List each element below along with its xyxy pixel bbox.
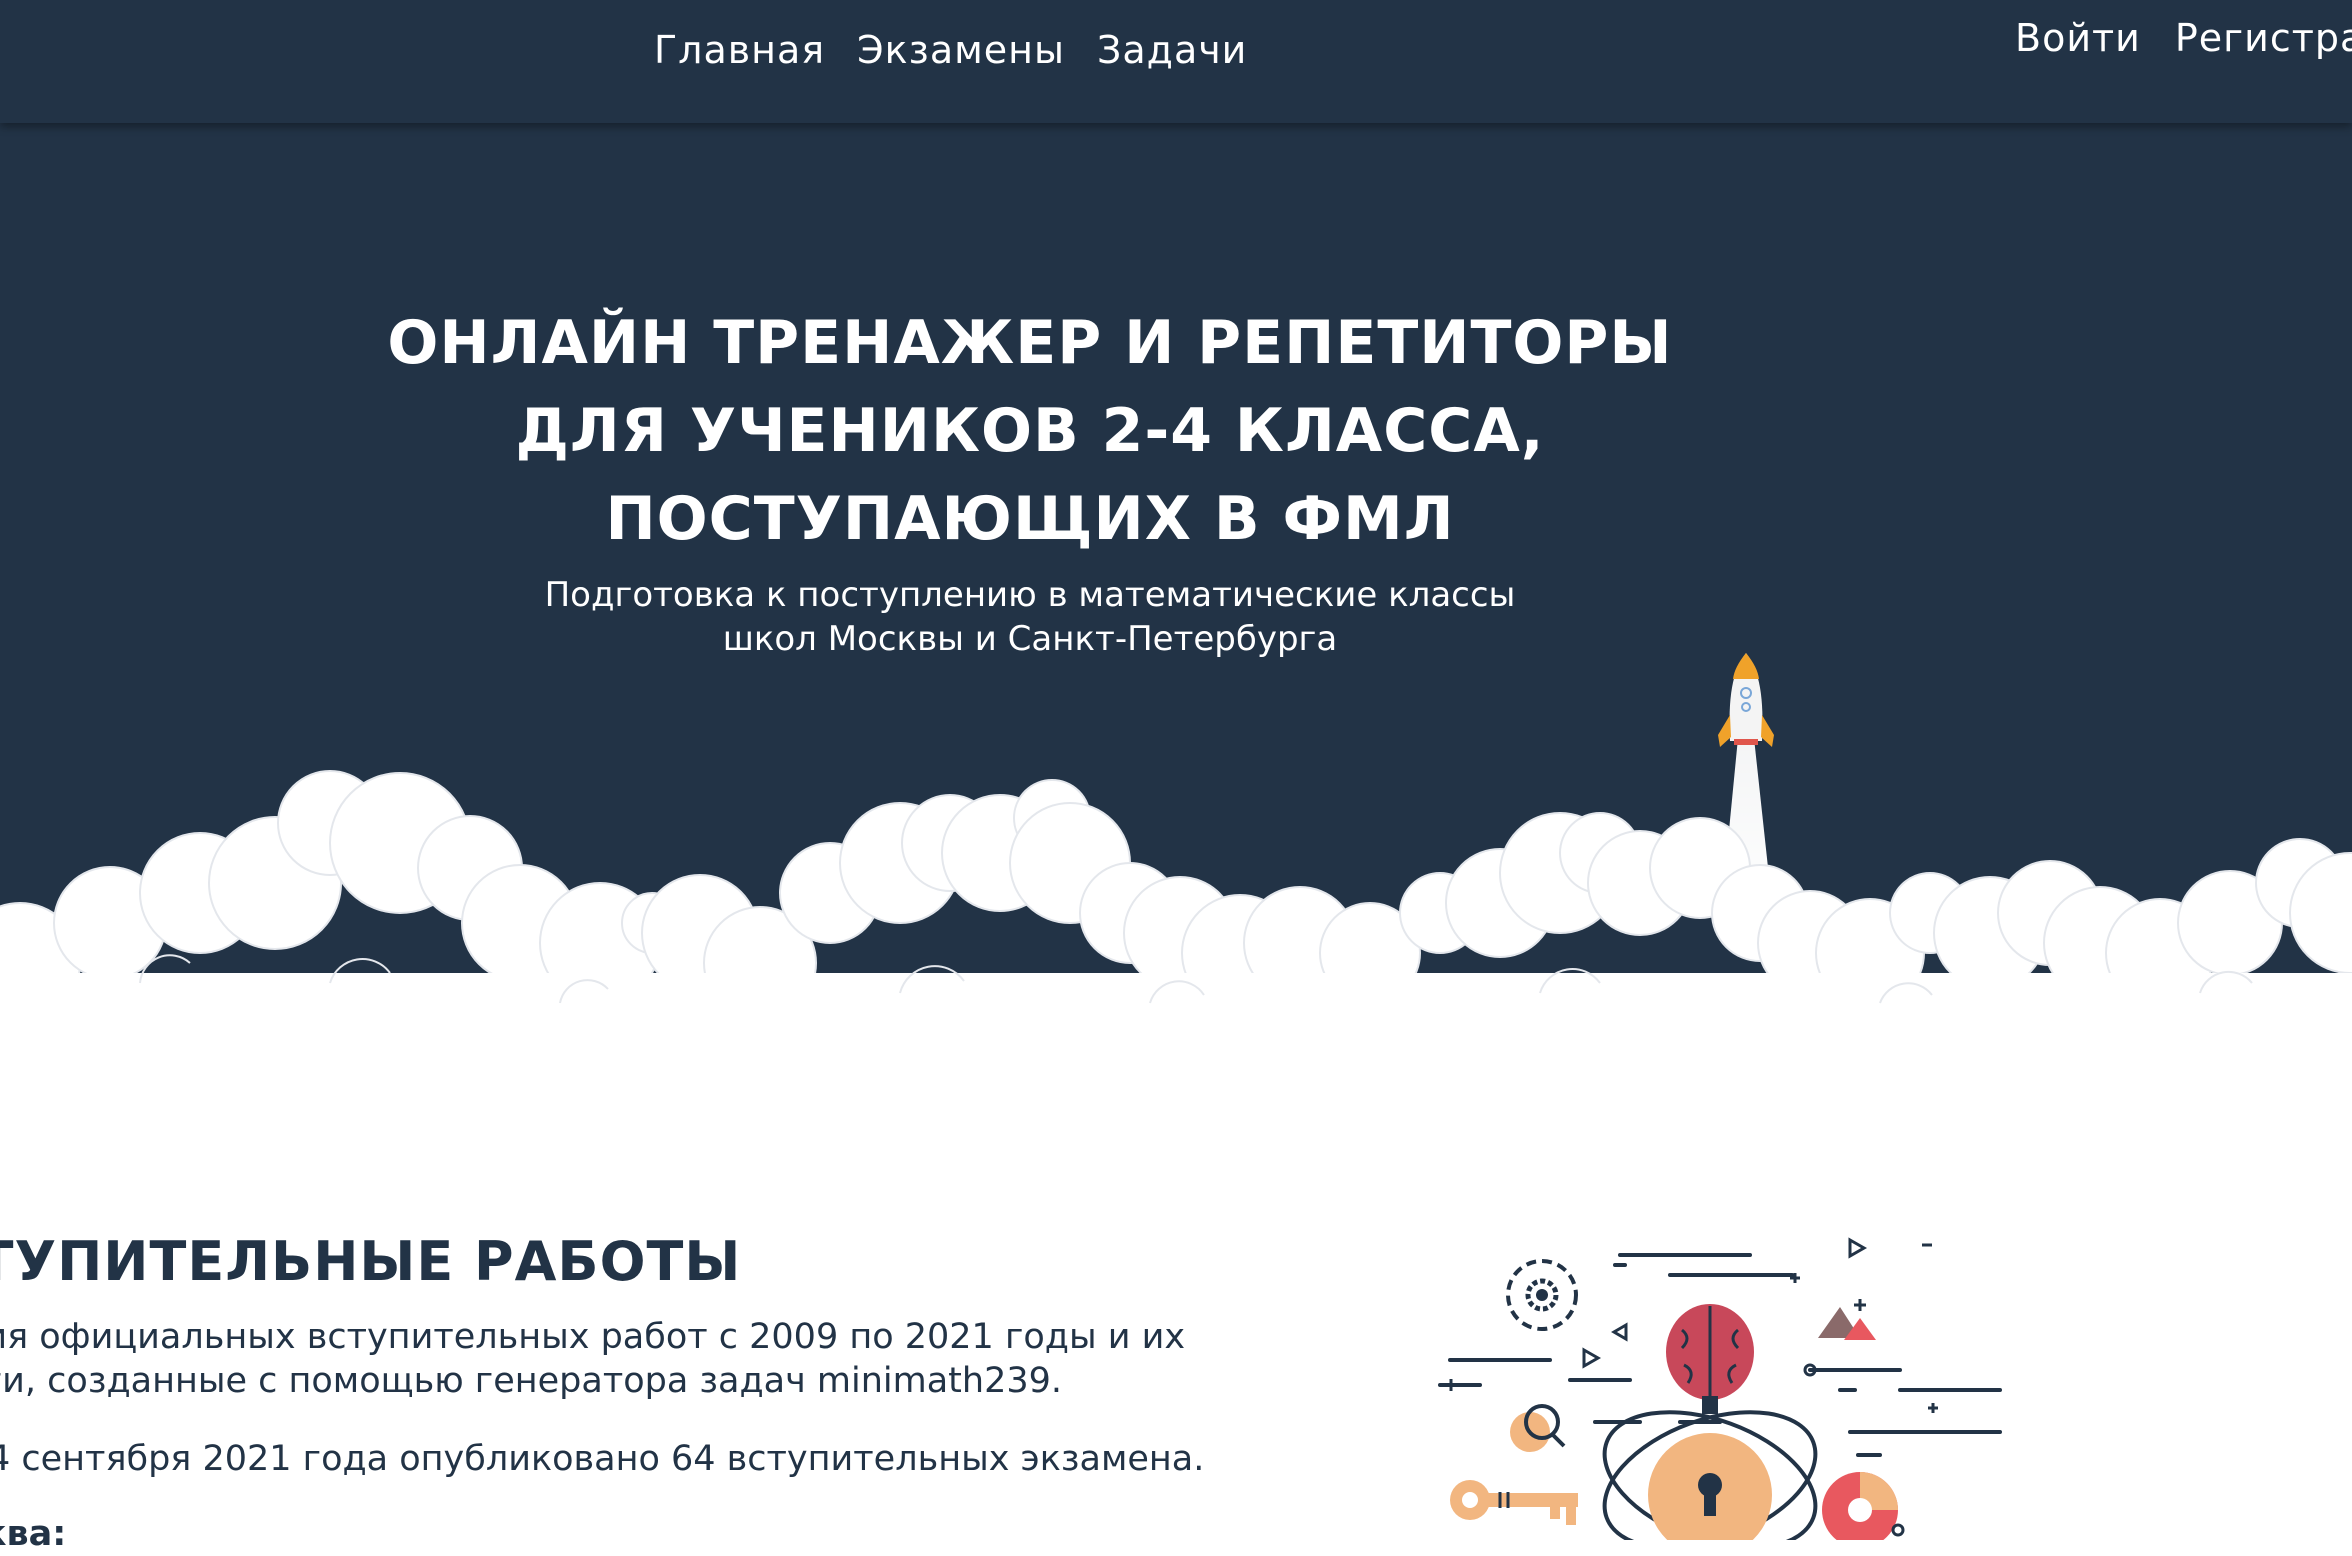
main-nav: Главная Экзамены Задачи xyxy=(654,24,1247,76)
auth-nav: Войти Регистра xyxy=(2015,12,2352,64)
nav-link-tasks[interactable]: Задачи xyxy=(1097,24,1247,76)
hero-title-line: ДЛЯ УЧЕНИКОВ 2-4 КЛАССА, xyxy=(515,396,1545,466)
hero-subtitle-line: школ Москвы и Санкт-Петербурга xyxy=(722,619,1338,659)
hero-title-line: ПОСТУПАЮЩИХ В ФМЛ xyxy=(605,484,1455,554)
brain-icon xyxy=(1666,1304,1754,1414)
key-icon xyxy=(1450,1480,1578,1525)
section-description: ания официальных вступительных работ с 2… xyxy=(0,1315,1240,1403)
pie-chart-icon xyxy=(1822,1472,1898,1540)
magnifier-icon xyxy=(1510,1404,1566,1452)
hero-section: ОНЛАЙН ТРЕНАЖЕР И РЕПЕТИТОРЫ ДЛЯ УЧЕНИКО… xyxy=(0,123,2352,1040)
triangle-icon xyxy=(1818,1307,1876,1340)
hero-title-line: ОНЛАЙН ТРЕНАЖЕР И РЕПЕТИТОРЫ xyxy=(387,308,1673,378)
section-title: СТУПИТЕЛЬНЫЕ РАБОТЫ xyxy=(0,1230,742,1293)
learning-illustration xyxy=(1438,1237,2002,1540)
gear-icon xyxy=(1506,1259,1578,1331)
hero-subtitle: Подготовка к поступлению в математически… xyxy=(380,573,1680,661)
hero-subtitle-line: Подготовка к поступлению в математически… xyxy=(544,575,1516,615)
clouds xyxy=(0,770,2352,1040)
login-link[interactable]: Войти xyxy=(2015,12,2141,64)
nav-link-exams[interactable]: Экзамены xyxy=(857,24,1065,76)
rocket-icon xyxy=(1718,653,1774,747)
register-link[interactable]: Регистра xyxy=(2175,12,2352,64)
hero-title: ОНЛАЙН ТРЕНАЖЕР И РЕПЕТИТОРЫ ДЛЯ УЧЕНИКО… xyxy=(380,299,1680,563)
city-label: сква: xyxy=(0,1514,67,1554)
navbar: Главная Экзамены Задачи Войти Регистра xyxy=(0,0,2352,123)
publication-note: 4 сентября 2021 года опубликовано 64 вст… xyxy=(0,1439,1205,1479)
nav-link-home[interactable]: Главная xyxy=(654,24,825,76)
section-description-line: ания официальных вступительных работ с 2… xyxy=(0,1317,1186,1357)
section-description-line: логи, созданные с помощью генератора зад… xyxy=(0,1361,1063,1401)
